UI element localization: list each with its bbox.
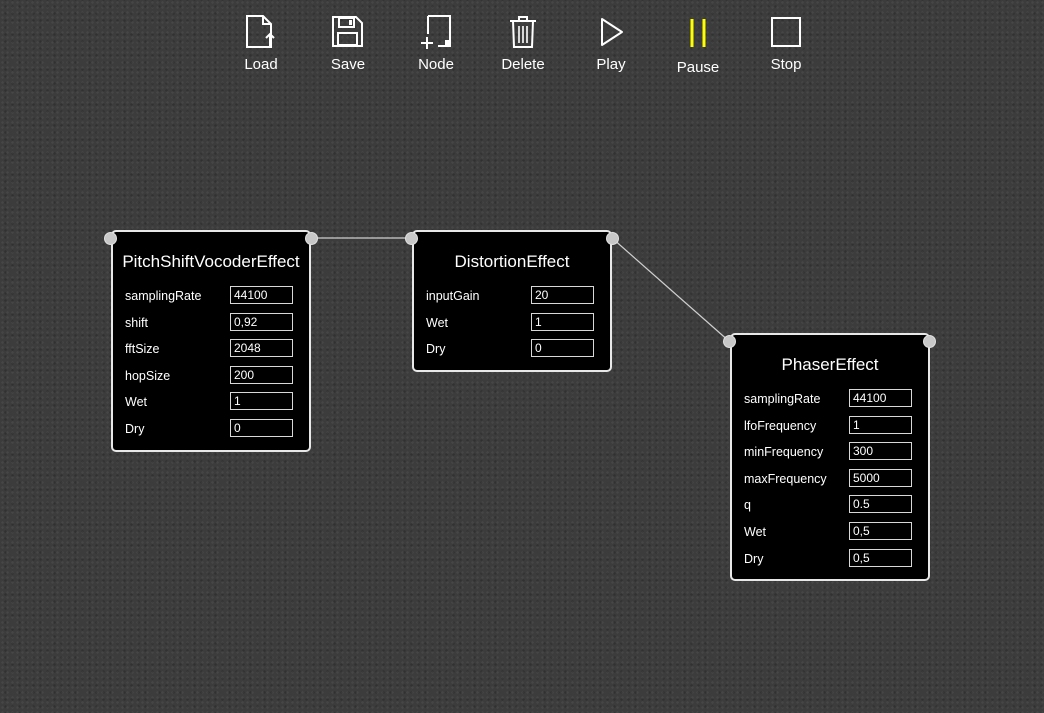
param-input[interactable]	[531, 339, 594, 358]
param-input[interactable]	[230, 392, 293, 411]
param-label: q	[744, 498, 751, 513]
param-row: Wet	[426, 311, 594, 338]
node-title: PitchShiftVocoderEffect	[122, 252, 300, 271]
param-row: Wet	[125, 390, 293, 417]
param-input[interactable]	[230, 339, 293, 358]
param-row: Dry	[125, 417, 293, 444]
param-input[interactable]	[849, 389, 912, 407]
param-row: lfoFrequency	[744, 414, 912, 441]
param-label: Dry	[125, 421, 145, 436]
param-row: fftSize	[125, 337, 293, 364]
param-label: shift	[125, 315, 148, 330]
param-input[interactable]	[230, 312, 293, 331]
node-distortion[interactable]: DistortionEffect inputGain Wet Dry	[412, 230, 612, 372]
connection-wire[interactable]	[611, 237, 731, 343]
param-input[interactable]	[531, 286, 594, 304]
param-label: hopSize	[125, 368, 171, 383]
param-input[interactable]	[230, 286, 293, 304]
param-input[interactable]	[849, 521, 912, 540]
input-port[interactable]	[104, 232, 117, 245]
node-phaser[interactable]: PhaserEffect samplingRate lfoFrequency m…	[730, 333, 930, 581]
param-input[interactable]	[230, 365, 293, 384]
output-port[interactable]	[923, 335, 936, 348]
param-label: Dry	[744, 551, 764, 566]
param-row: inputGain	[426, 284, 594, 311]
param-label: minFrequency	[744, 445, 824, 460]
param-input[interactable]	[531, 312, 594, 331]
output-port[interactable]	[305, 232, 318, 245]
param-row: samplingRate	[744, 387, 912, 414]
param-label: inputGain	[426, 289, 480, 303]
param-label: fftSize	[125, 342, 160, 357]
param-row: minFrequency	[744, 440, 912, 467]
param-list: samplingRate lfoFrequency minFrequency m…	[744, 387, 912, 573]
node-title: PhaserEffect	[781, 355, 879, 374]
param-row: Wet	[744, 520, 912, 547]
param-input[interactable]	[849, 415, 912, 434]
input-port[interactable]	[405, 232, 418, 245]
param-row: Dry	[744, 547, 912, 574]
param-input[interactable]	[849, 495, 912, 514]
param-list: samplingRate shift fftSize hopSize Wet D…	[125, 284, 293, 444]
param-label: Wet	[744, 524, 766, 539]
output-port[interactable]	[606, 232, 619, 245]
param-label: Wet	[125, 395, 147, 410]
param-row: samplingRate	[125, 284, 293, 311]
param-row: hopSize	[125, 364, 293, 391]
input-port[interactable]	[723, 335, 736, 348]
param-label: lfoFrequency	[744, 418, 817, 433]
param-row: maxFrequency	[744, 467, 912, 494]
param-input[interactable]	[849, 548, 912, 567]
param-row: q	[744, 493, 912, 520]
param-label: Dry	[426, 342, 446, 357]
param-list: inputGain Wet Dry	[426, 284, 594, 364]
param-row: shift	[125, 311, 293, 338]
param-input[interactable]	[849, 442, 912, 461]
param-label: Wet	[426, 315, 448, 330]
param-row: Dry	[426, 337, 594, 364]
param-label: samplingRate	[125, 289, 202, 303]
param-input[interactable]	[230, 418, 293, 437]
node-title: DistortionEffect	[454, 252, 570, 271]
param-label: samplingRate	[744, 392, 821, 406]
param-input[interactable]	[849, 468, 912, 487]
node-pitch-shift-vocoder[interactable]: PitchShiftVocoderEffect samplingRate shi…	[111, 230, 311, 452]
param-label: maxFrequency	[744, 471, 827, 486]
